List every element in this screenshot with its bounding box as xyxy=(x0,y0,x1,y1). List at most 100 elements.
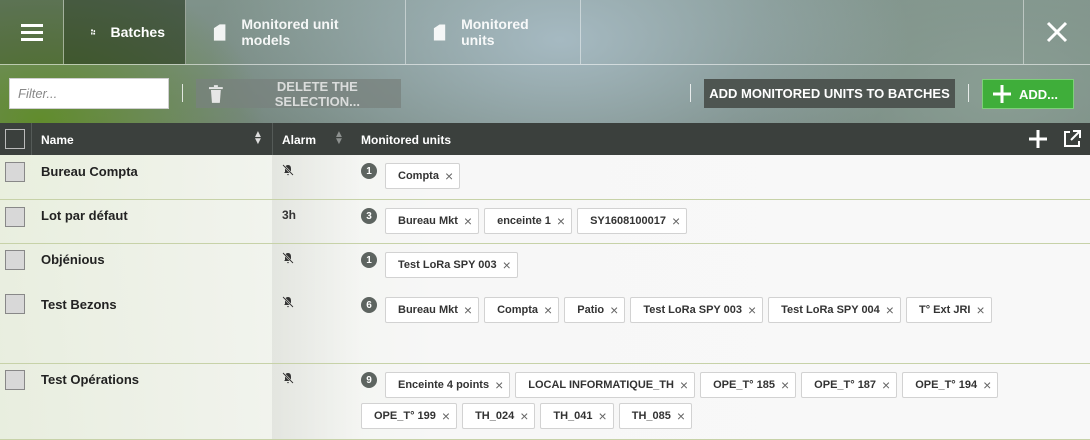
chip-label: Test LoRa SPY 003 xyxy=(398,259,497,271)
remove-icon[interactable]: × xyxy=(503,258,511,272)
unit-chip: TH_041 × xyxy=(540,403,614,429)
chip-label: OPE_T° 185 xyxy=(713,379,775,391)
remove-icon[interactable]: × xyxy=(672,214,680,228)
unit-chip: Test LoRa SPY 004 × xyxy=(768,297,901,323)
filter-input[interactable] xyxy=(9,78,169,109)
chip-label: Test LoRa SPY 004 xyxy=(781,304,880,316)
unit-count-badge: 3 xyxy=(361,208,377,224)
unit-count-badge: 1 xyxy=(361,163,377,179)
chip-label: TH_085 xyxy=(631,410,671,422)
unit-chip: Test LoRa SPY 003 × xyxy=(385,252,518,278)
row-name: Objénious xyxy=(41,252,105,267)
add-column-icon[interactable] xyxy=(1028,129,1048,149)
remove-icon[interactable]: × xyxy=(442,409,450,423)
unit-icon xyxy=(433,24,446,41)
remove-icon[interactable]: × xyxy=(882,378,890,392)
bell-off-icon xyxy=(282,164,294,176)
chip-label: TH_041 xyxy=(553,410,593,422)
trash-icon xyxy=(208,84,223,103)
unit-chip: TH_024 × xyxy=(462,403,536,429)
select-all-checkbox[interactable] xyxy=(5,129,25,149)
row-name: Bureau Compta xyxy=(41,164,138,179)
bell-off-icon xyxy=(282,372,294,384)
column-header-alarm[interactable]: Alarm xyxy=(282,133,316,147)
add-monitored-units-button[interactable]: ADD MONITORED UNITS TO BATCHES xyxy=(704,79,955,108)
row-checkbox[interactable] xyxy=(5,207,25,227)
table-row[interactable]: Objénious 1 Test LoRa SPY 003 × xyxy=(0,244,1090,289)
chip-label: SY1608100017 xyxy=(590,215,666,227)
monitored-units-list: 1 Test LoRa SPY 003 × xyxy=(361,252,1081,278)
row-name: Test Opérations xyxy=(41,372,140,387)
unit-chip: OPE_T° 185 × xyxy=(700,372,797,398)
monitored-units-list: 3 Bureau Mkt × enceinte 1 × SY1608100017 × xyxy=(361,208,1081,234)
chip-label: Compta xyxy=(398,170,439,182)
row-checkbox[interactable] xyxy=(5,294,25,314)
remove-icon[interactable]: × xyxy=(495,378,503,392)
unit-chip: Enceinte 4 points × xyxy=(385,372,511,398)
chip-label: OPE_T° 199 xyxy=(374,410,436,422)
bell-off-icon xyxy=(282,296,294,308)
monitored-units-list: 9 Enceinte 4 points × LOCAL INFORMATIQUE_… xyxy=(361,372,1081,429)
chip-label: Bureau Mkt xyxy=(398,304,458,316)
add-button[interactable]: ADD... xyxy=(982,79,1074,109)
remove-icon[interactable]: × xyxy=(677,409,685,423)
remove-icon[interactable]: × xyxy=(464,303,472,317)
toolbar-divider xyxy=(182,84,183,102)
remove-icon[interactable]: × xyxy=(976,303,984,317)
remove-icon[interactable]: × xyxy=(886,303,894,317)
delete-selection-button[interactable]: DELETE THE SELECTION... xyxy=(196,78,401,109)
unit-chip: Test LoRa SPY 003 × xyxy=(630,297,764,323)
delete-selection-label: DELETE THE SELECTION... xyxy=(274,78,360,109)
add-monitored-units-label: ADD MONITORED UNITS TO BATCHES xyxy=(709,86,950,101)
plus-icon xyxy=(993,85,1011,103)
sort-icon[interactable]: ▲ ▼ xyxy=(334,130,344,147)
remove-icon[interactable]: × xyxy=(748,303,756,317)
tab-spacer xyxy=(581,0,1024,64)
unit-count-badge: 1 xyxy=(361,252,377,268)
remove-icon[interactable]: × xyxy=(983,378,991,392)
table-row[interactable]: Lot par défaut 3h 3 Bureau Mkt × enceinte… xyxy=(0,200,1090,244)
unit-count-badge: 9 xyxy=(361,372,377,388)
unit-chip: Compta × xyxy=(484,297,560,323)
remove-icon[interactable]: × xyxy=(610,303,618,317)
row-checkbox[interactable] xyxy=(5,162,25,182)
remove-icon[interactable]: × xyxy=(464,214,472,228)
unit-chip: TH_085 × xyxy=(618,403,693,429)
column-divider xyxy=(272,123,273,155)
remove-icon[interactable]: × xyxy=(599,409,607,423)
monitored-units-list: 1 Compta × xyxy=(361,163,1081,189)
tab-label: Monitored unit models xyxy=(241,16,339,48)
tab-monitored-units[interactable]: Monitored units xyxy=(406,0,581,64)
tab-label: Batches xyxy=(110,24,165,40)
remove-icon[interactable]: × xyxy=(544,303,552,317)
row-checkbox[interactable] xyxy=(5,370,25,390)
unit-chip: OPE_T° 199 × xyxy=(361,403,458,429)
tab-label: Monitored units xyxy=(461,16,529,48)
toolbar-divider xyxy=(690,84,691,102)
chip-label: OPE_T° 187 xyxy=(814,379,877,391)
remove-icon[interactable]: × xyxy=(557,214,565,228)
unit-chip: T° Ext JRI × xyxy=(905,297,992,323)
close-icon xyxy=(1046,21,1068,43)
open-external-icon[interactable] xyxy=(1062,129,1082,149)
sort-icon[interactable]: ▲ ▼ xyxy=(253,130,263,147)
column-header-name[interactable]: Name xyxy=(41,133,74,147)
table-row[interactable]: Bureau Compta 1 Compta × xyxy=(0,155,1090,200)
row-checkbox[interactable] xyxy=(5,250,25,270)
close-button[interactable] xyxy=(1024,0,1090,64)
remove-icon[interactable]: × xyxy=(520,409,528,423)
remove-icon[interactable]: × xyxy=(680,378,688,392)
batches-icon xyxy=(91,29,96,35)
bell-off-icon xyxy=(282,252,294,264)
model-icon xyxy=(213,24,226,41)
table-row[interactable]: Test Opérations 9 Enceinte 4 points × LOC… xyxy=(0,364,1090,440)
row-name: Test Bezons xyxy=(41,297,117,312)
unit-chip: Bureau Mkt × xyxy=(385,297,480,323)
table-row[interactable]: Test Bezons 6 Bureau Mkt × Compta × Patio ×… xyxy=(0,289,1090,364)
menu-button[interactable] xyxy=(0,0,64,64)
unit-chip: Patio × xyxy=(564,297,626,323)
remove-icon[interactable]: × xyxy=(781,378,789,392)
tab-monitored-unit-models[interactable]: Monitored unit models xyxy=(186,0,406,64)
tab-batches[interactable]: Batches xyxy=(64,0,186,64)
remove-icon[interactable]: × xyxy=(445,169,453,183)
